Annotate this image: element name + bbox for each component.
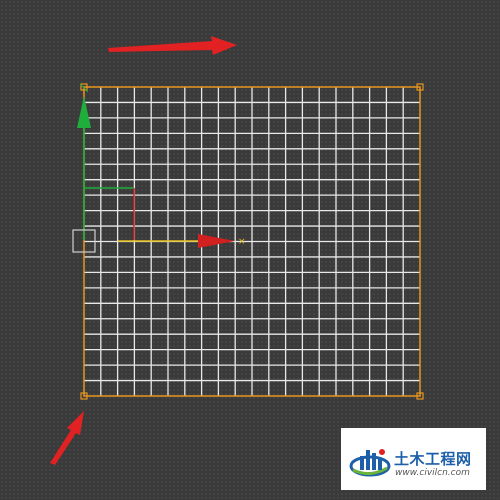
3d-viewport[interactable]: × 土木工程网 www.civilcn.com	[0, 0, 500, 500]
annotation-arrow-top	[108, 36, 237, 55]
gizmo-x-axis-arrow-icon[interactable]	[198, 234, 235, 248]
viewport-scene[interactable]: ×	[0, 0, 500, 500]
building-bars-icon	[349, 449, 391, 477]
watermark-title: 土木工程网	[394, 450, 472, 468]
gizmo-x-axis-tick: ×	[238, 237, 246, 247]
annotation-arrow-bottom-left	[50, 411, 84, 465]
transform-gizmo[interactable]: ×	[72, 83, 246, 253]
site-watermark: 土木工程网 www.civilcn.com	[341, 428, 486, 490]
watermark-url: www.civilcn.com	[395, 468, 470, 478]
gizmo-y-axis-arrow-icon[interactable]	[77, 96, 91, 128]
